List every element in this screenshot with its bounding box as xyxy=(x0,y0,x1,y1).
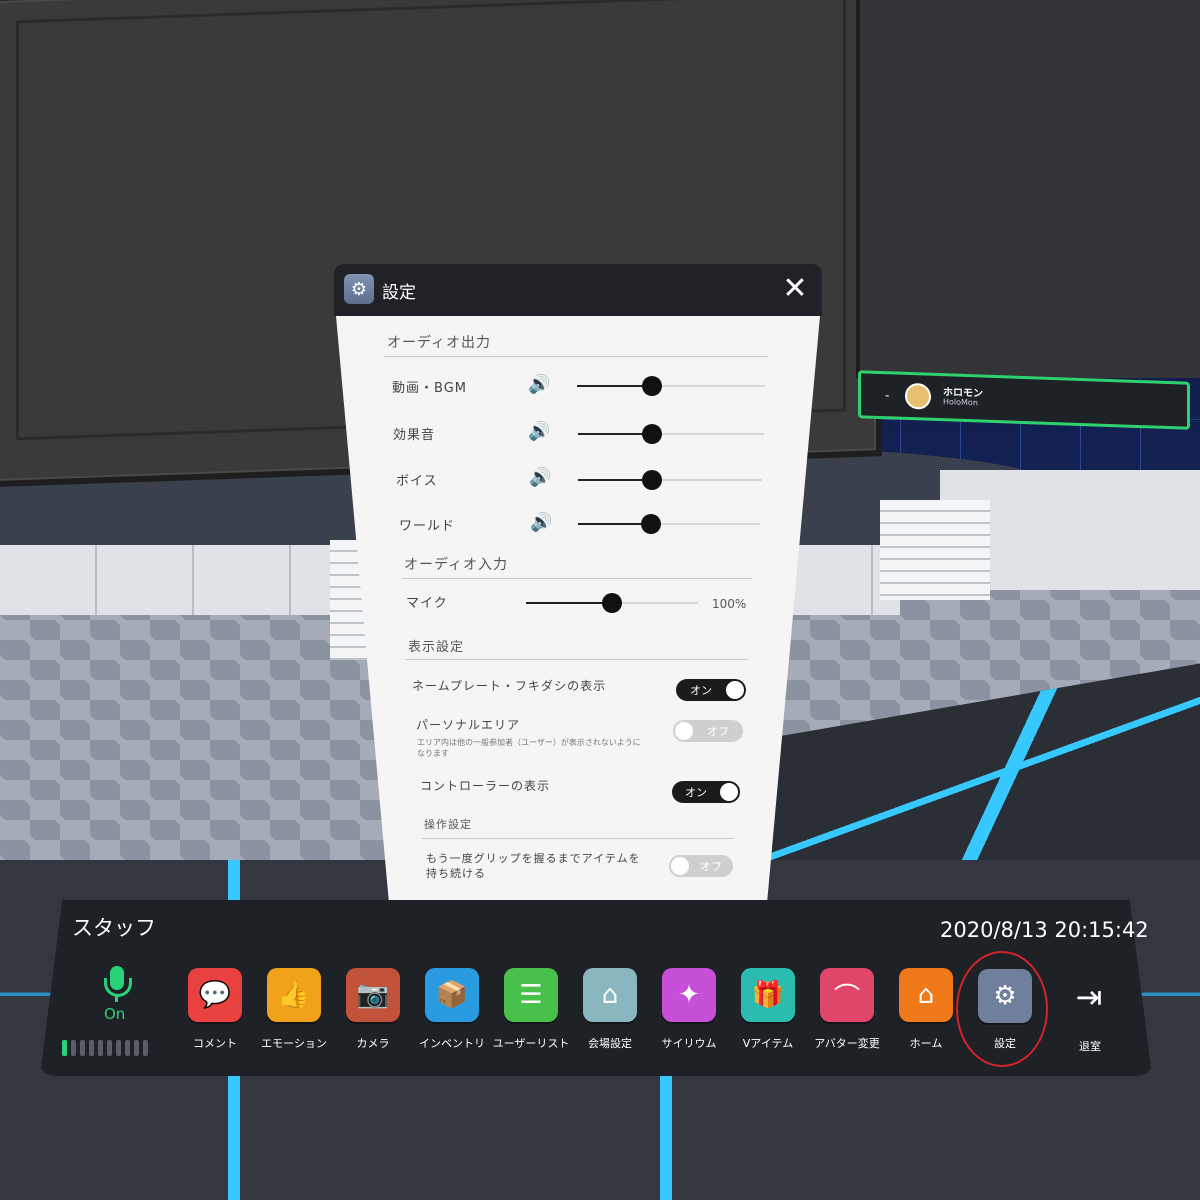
settings-panel-body xyxy=(336,316,820,906)
mic-level-bar xyxy=(116,1040,121,1056)
speaker-icon: 🔊 xyxy=(528,421,551,442)
volume-slider-sfx[interactable] xyxy=(578,424,764,444)
nameplate-sub: HoloMon xyxy=(943,397,978,408)
mic-level-bar xyxy=(80,1040,85,1056)
mic-level-bar xyxy=(134,1040,139,1056)
volume-slider-voice[interactable] xyxy=(578,470,762,490)
slider-label-video-bgm: 動画・BGM xyxy=(392,381,467,396)
gear-icon: ⚙ xyxy=(344,274,374,304)
menu-button-1[interactable]: 👍 xyxy=(267,968,321,1022)
operation-settings-heading: 操作設定 xyxy=(424,818,472,831)
scene-stairs-right xyxy=(880,500,990,600)
grip-hold-label: もう一度グリップを握るまでアイテムを持ち続ける xyxy=(426,852,641,880)
settings-panel-header: ⚙ 設定 ✕ xyxy=(334,264,822,316)
exit-icon[interactable]: ⇥ xyxy=(1072,980,1106,1014)
mic-status: On xyxy=(104,1005,126,1023)
volume-slider-world[interactable] xyxy=(578,514,760,534)
menu-button-8[interactable]: ⌒ xyxy=(820,968,874,1022)
mic-volume-slider[interactable] xyxy=(526,593,698,613)
controller-toggle[interactable]: オン xyxy=(672,781,740,803)
divider xyxy=(384,356,768,357)
venue-settings-icon: ⌂ xyxy=(601,980,619,1010)
mic-level-bar xyxy=(125,1040,130,1056)
slider-label-world: ワールド xyxy=(399,519,456,534)
menu-button-3[interactable]: 📦 xyxy=(425,968,479,1022)
nameplate-toggle[interactable]: オン xyxy=(676,679,746,701)
mic-level-bar xyxy=(143,1040,148,1056)
settings-panel-title: 設定 xyxy=(382,283,416,303)
divider xyxy=(422,838,734,839)
inventory-box-icon: 📦 xyxy=(435,980,469,1010)
slider-knob[interactable] xyxy=(640,514,661,534)
divider xyxy=(406,659,748,660)
speaker-icon: 🔊 xyxy=(530,512,553,533)
mic-level-meter xyxy=(62,1040,148,1056)
personal-area-label: パーソナルエリア xyxy=(416,718,521,732)
user-role: スタッフ xyxy=(72,916,156,940)
gift-icon: 🎁 xyxy=(751,980,785,1010)
thumbs-up-icon: 👍 xyxy=(277,980,311,1010)
toggle-knob xyxy=(671,857,689,875)
comment-icon: 💬 xyxy=(198,980,232,1010)
menu-button-2[interactable]: 📷 xyxy=(346,968,400,1022)
mic-level-bar xyxy=(107,1040,112,1056)
slider-label-sfx: 効果音 xyxy=(393,428,436,443)
slider-knob[interactable] xyxy=(602,593,622,613)
avatar xyxy=(905,382,931,410)
menu-button-9[interactable]: ⌂ xyxy=(899,968,953,1022)
hanger-icon: ⌒ xyxy=(833,982,860,1013)
menu-button-6[interactable]: ✦ xyxy=(662,968,716,1022)
grip-hold-toggle[interactable]: オフ xyxy=(669,855,733,877)
display-settings-heading: 表示設定 xyxy=(408,640,465,655)
highlight-circle xyxy=(956,951,1048,1067)
volume-slider-video-bgm[interactable] xyxy=(577,376,765,396)
scene-screen-right xyxy=(856,0,1200,378)
mic-volume-value: 100% xyxy=(712,597,747,611)
toggle-knob xyxy=(720,783,738,801)
divider xyxy=(402,578,752,579)
controller-toggle-label: コントローラーの表示 xyxy=(420,779,551,793)
speaker-icon: 🔊 xyxy=(529,467,552,488)
home-icon: ⌂ xyxy=(917,980,935,1010)
user-list-icon: ☰ xyxy=(519,980,543,1010)
glowstick-icon: ✦ xyxy=(678,980,700,1010)
menu-button-4[interactable]: ☰ xyxy=(504,968,558,1022)
mic-level-bar xyxy=(71,1040,76,1056)
menu-label-exit: 退室 xyxy=(1079,1040,1101,1053)
toggle-knob xyxy=(675,722,693,740)
menu-button-0[interactable]: 💬 xyxy=(188,968,242,1022)
mic-level-bar xyxy=(62,1040,67,1056)
audio-input-heading: オーディオ入力 xyxy=(404,557,509,573)
nameplate-toggle-label: ネームプレート・フキダシの表示 xyxy=(412,679,607,693)
nameplate-dash: - xyxy=(885,388,890,403)
mic-level-bar xyxy=(98,1040,103,1056)
toggle-knob xyxy=(726,681,744,699)
mic-level-bar xyxy=(89,1040,94,1056)
speaker-icon: 🔊 xyxy=(528,374,551,395)
menu-button-7[interactable]: 🎁 xyxy=(741,968,795,1022)
close-icon[interactable]: ✕ xyxy=(780,274,810,304)
camera-icon: 📷 xyxy=(356,980,390,1010)
mic-slider-label: マイク xyxy=(406,596,448,611)
menu-button-5[interactable]: ⌂ xyxy=(583,968,637,1022)
slider-knob[interactable] xyxy=(641,470,662,490)
datetime: 2020/8/13 20:15:42 xyxy=(940,918,1149,942)
personal-area-toggle[interactable]: オフ xyxy=(673,720,743,742)
personal-area-description: エリア内は他の一般参加者（ユーザー）が表示されないようになります xyxy=(417,738,641,758)
audio-output-heading: オーディオ出力 xyxy=(387,335,492,351)
slider-label-voice: ボイス xyxy=(396,474,438,489)
